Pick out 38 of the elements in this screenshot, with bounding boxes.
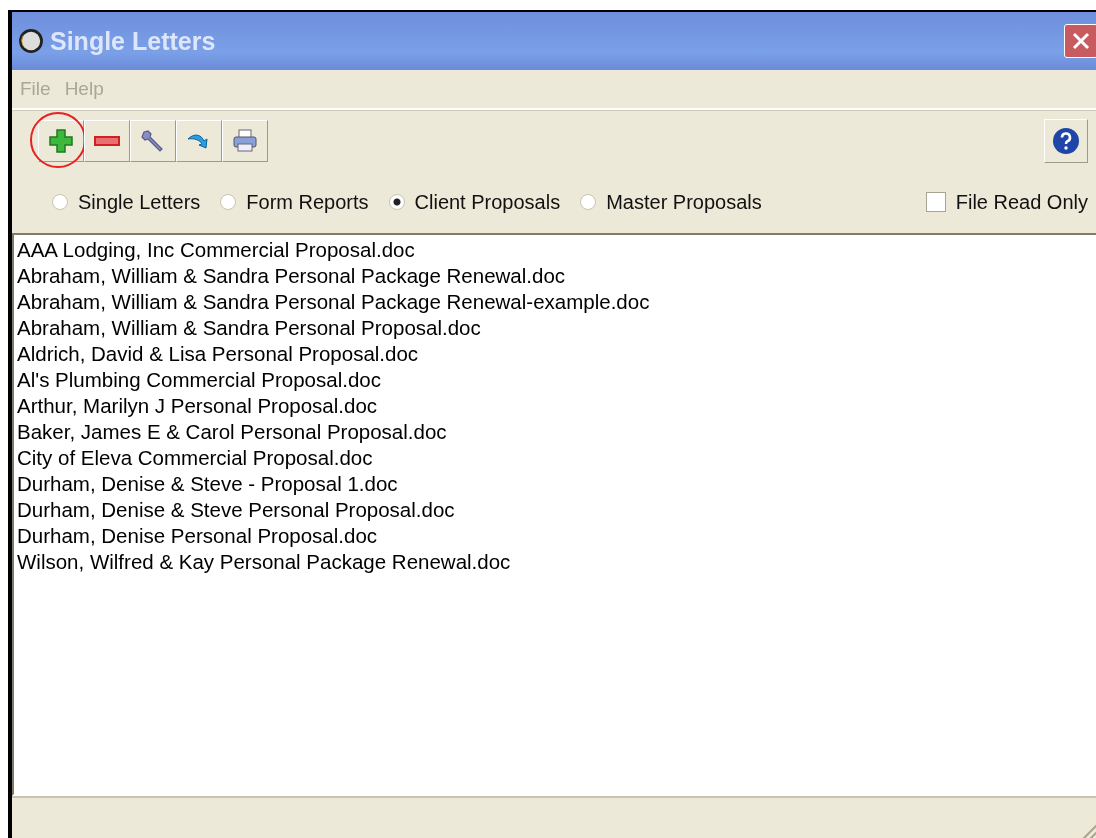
radio-option[interactable]: Single Letters [52,190,201,214]
toolbar-button[interactable] [176,120,222,162]
radio-button[interactable] [388,194,405,210]
help-icon [1052,127,1080,155]
radio-label: Form Reports [246,190,369,214]
help-button[interactable] [1044,119,1088,163]
radio-label: Client Proposals [414,190,561,214]
file-list-item[interactable]: Durham, Denise & Steve Personal Proposal.doc [17,497,455,523]
toolbar-button[interactable] [84,120,130,162]
toolbar-button[interactable] [130,120,176,162]
toolbar-button[interactable] [38,120,84,162]
checkbox[interactable] [925,192,946,212]
radio-button[interactable] [220,194,237,210]
file-list-item[interactable]: Al's Plumbing Commercial Proposal.doc [17,367,381,393]
window-title: Single Letters [50,26,217,56]
file-list-item[interactable]: Abraham, William & Sandra Personal Proposal.doc [17,315,481,341]
file-list-item[interactable]: Baker, James E & Carol Personal Proposal.doc [17,419,447,445]
file-list-item[interactable]: Aldrich, David & Lisa Personal Proposal.doc [17,341,419,367]
file-list-item[interactable]: Abraham, William & Sandra Personal Package Renewal-example.doc [17,289,650,315]
file-list-item[interactable]: Wilson, Wilfred & Kay Personal Package Renewal.doc [17,549,511,575]
radio-label: Single Letters [78,190,201,214]
file-list-item[interactable]: AAA Lodging, Inc Commercial Proposal.doc [17,237,415,263]
file-list-item[interactable]: Arthur, Marilyn J Personal Proposal.doc [17,393,378,419]
file-list-item[interactable]: Durham, Denise & Steve - Proposal 1.doc [17,471,398,497]
radio-button[interactable] [52,194,68,210]
checkbox-label: File Read Only [955,190,1088,214]
printer-icon [231,127,259,155]
close-icon [1070,30,1092,52]
plus-icon [47,127,75,155]
radio-option[interactable]: Form Reports [220,190,369,214]
radio-option[interactable]: Client Proposals [388,190,561,214]
close-button[interactable] [1064,24,1096,58]
toolbar-button[interactable] [222,120,268,162]
file-list-item[interactable]: Durham, Denise Personal Proposal.doc [17,523,378,549]
app-logo-icon [18,28,44,54]
file-list-item[interactable]: Abraham, William & Sandra Personal Package Renewal.doc [17,263,566,289]
radio-button[interactable] [580,194,597,210]
file-list-item[interactable]: City of Eleva Commercial Proposal.doc [17,445,373,471]
